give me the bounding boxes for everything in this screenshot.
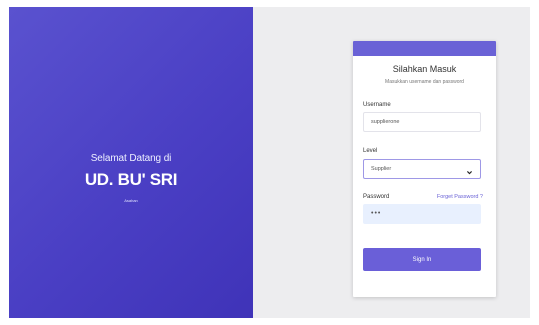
- login-title: Silahkan Masuk: [392, 64, 457, 74]
- card-header-bar: [353, 41, 496, 56]
- level-select[interactable]: Supplier: [363, 159, 481, 179]
- level-select-value: Supplier: [371, 166, 392, 172]
- welcome-panel: Selamat Datang di UD. BU' SRI Asahan: [9, 7, 253, 318]
- forget-password-link[interactable]: Forget Password ?: [437, 194, 483, 200]
- login-subtitle: Masukkan username dan password: [385, 79, 464, 85]
- login-panel: Silahkan Masuk Masukkan username dan pas…: [253, 7, 530, 318]
- password-label: Password: [363, 194, 390, 200]
- sign-in-button[interactable]: Sign In: [363, 248, 481, 271]
- brand-title: UD. BU' SRI: [84, 170, 178, 189]
- login-card: Silahkan Masuk Masukkan username dan pas…: [353, 41, 496, 297]
- level-label: Level: [363, 148, 378, 154]
- welcome-text: Selamat Datang di: [90, 153, 172, 164]
- chevron-down-icon: [466, 166, 473, 174]
- username-label: Username: [363, 102, 391, 108]
- password-input[interactable]: •••: [363, 204, 481, 224]
- location-text: Asahan: [124, 198, 138, 203]
- username-input[interactable]: supplierone: [363, 112, 481, 132]
